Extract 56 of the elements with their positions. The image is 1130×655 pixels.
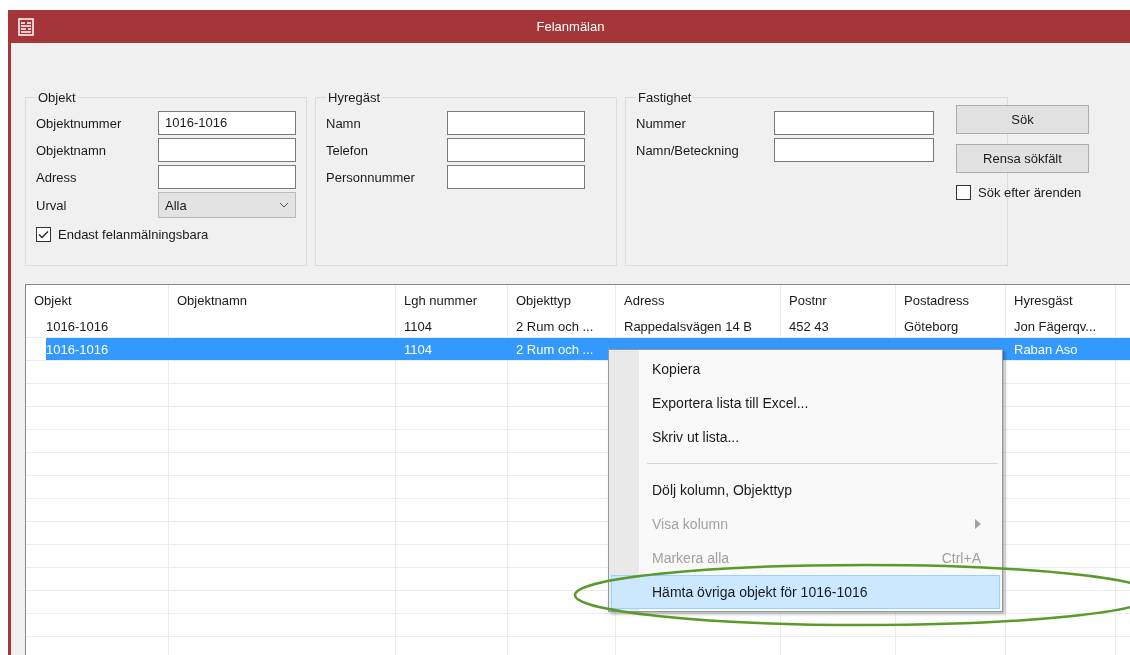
checkbox[interactable] <box>36 227 51 242</box>
field-label: Personnummer <box>326 169 416 185</box>
field-label: Namn/Beteckning <box>636 142 740 158</box>
text-field[interactable] <box>774 138 934 162</box>
field-label: Nummer <box>636 115 687 131</box>
checkbox[interactable] <box>956 185 971 200</box>
text-field[interactable]: 1016-1016 <box>158 111 296 135</box>
menu-item[interactable]: Exportera lista till Excel... <box>611 386 1000 420</box>
column-header[interactable]: Postadress <box>896 285 1006 315</box>
table-cell-text: 1016-1016 <box>45 341 110 359</box>
text-field[interactable] <box>447 138 585 162</box>
column-header[interactable]: Objektnamn <box>169 285 396 315</box>
text-field[interactable] <box>158 138 296 162</box>
table-cell-text: 2 Rum och ... <box>515 341 595 359</box>
chevron-down-icon <box>279 202 289 208</box>
column-header[interactable]: Objekttyp <box>508 285 616 315</box>
form-icon <box>18 17 34 36</box>
group-legend: Fastighet <box>636 90 694 105</box>
window-title: Felanmälan <box>535 19 606 34</box>
column-header[interactable]: Lgh nummer <box>396 285 508 315</box>
table-cell-text: 2 Rum och ... <box>515 318 595 336</box>
text-field[interactable] <box>774 111 934 135</box>
table-cell-text: 1104 <box>403 341 433 359</box>
field-label: Objektnamn <box>36 142 108 158</box>
column-header[interactable]: Adress <box>616 285 781 315</box>
dropdown[interactable]: Alla <box>158 192 296 218</box>
menu-item[interactable]: Skriv ut lista... <box>611 420 1000 454</box>
field-label: Namn <box>326 115 362 131</box>
menu-item[interactable]: Dölj kolumn, Objekttyp <box>611 473 1000 507</box>
action-button[interactable]: Rensa sökfält <box>956 144 1089 173</box>
column-header[interactable]: Hyresgäst <box>1006 285 1116 315</box>
group-legend: Objekt <box>36 90 78 105</box>
text-field[interactable] <box>447 165 585 189</box>
menu-item[interactable]: Hämta övriga objekt för 1016-1016 <box>611 575 1000 609</box>
checkbox-label: Sök efter ärenden <box>978 185 1082 200</box>
table-cell-text: Jon Fägerqv... <box>1013 318 1098 336</box>
table-cell-text: Göteborg <box>903 318 960 336</box>
action-button[interactable]: Sök <box>956 105 1089 134</box>
column-header[interactable]: Objekt <box>26 285 169 315</box>
table-cell-text: 452 43 <box>788 318 830 336</box>
submenu-arrow-icon <box>975 519 981 529</box>
table-cell-text: Raban Aso <box>1013 341 1079 359</box>
checkbox-label: Endast felanmälningsbara <box>58 227 209 242</box>
table-cell-text: 1104 <box>403 318 433 336</box>
table-cell-text: Rappedalsvägen 14 B <box>623 318 753 336</box>
shortcut-label: Ctrl+A <box>941 550 981 566</box>
group-legend: Hyregäst <box>326 90 383 105</box>
text-field[interactable] <box>447 111 585 135</box>
table-cell-text: 1016-1016 <box>45 318 110 336</box>
text-field[interactable] <box>158 165 296 189</box>
field-label: Telefon <box>326 142 369 158</box>
menu-item[interactable]: Kopiera <box>611 352 1000 386</box>
field-label: Adress <box>36 169 78 185</box>
field-label: Objektnummer <box>36 115 123 131</box>
field-label: Urval <box>36 197 68 213</box>
column-header[interactable]: Postnr <box>781 285 896 315</box>
